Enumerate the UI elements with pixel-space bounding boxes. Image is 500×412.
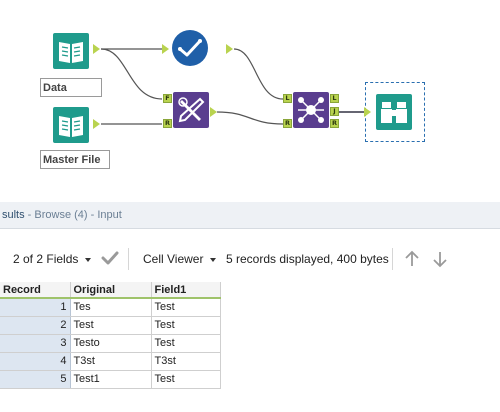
table-row[interactable]: 2 Test Test	[0, 316, 221, 335]
next-button[interactable]	[432, 250, 448, 271]
fuzzy-input-r[interactable]: R	[163, 119, 172, 128]
arrow-down-icon	[433, 252, 447, 268]
fuzzy-output-anchor[interactable]	[210, 107, 217, 117]
cell-viewer-dropdown[interactable]: Cell Viewer	[143, 252, 217, 266]
browse-tool[interactable]	[376, 94, 412, 130]
join-output-r[interactable]: R	[330, 119, 339, 128]
table-row[interactable]: 4 T3st T3st	[0, 352, 221, 371]
checkmark-icon	[172, 30, 208, 66]
master-output-anchor[interactable]	[93, 119, 100, 129]
field1-cell[interactable]: T3st	[151, 352, 221, 371]
arrow-up-icon	[405, 250, 419, 266]
field1-cell[interactable]: Test	[151, 316, 221, 335]
data-input-tool[interactable]	[53, 33, 89, 69]
connection-fuzzy-to-join	[216, 111, 284, 125]
table-header-row: Record Original Field1	[0, 282, 221, 299]
connection-formula-to-join	[233, 48, 284, 100]
book-icon	[53, 33, 89, 69]
column-header-field1[interactable]: Field1	[151, 282, 221, 299]
formula-input-anchor[interactable]	[162, 44, 169, 54]
results-toolbar: 2 of 2 Fields Cell Viewer 5 records disp…	[0, 242, 500, 276]
binoculars-icon	[376, 94, 412, 130]
record-cell: 2	[0, 316, 71, 335]
results-header: sults - Browse (4) - Input	[0, 202, 500, 229]
records-status: 5 records displayed, 400 bytes	[226, 252, 389, 266]
join-output-l[interactable]: L	[330, 94, 339, 103]
original-cell[interactable]: Test	[70, 316, 152, 335]
checkmark-icon	[101, 251, 119, 265]
table-row[interactable]: 1 Tes Test	[0, 298, 221, 317]
previous-button[interactable]	[404, 250, 420, 271]
record-cell: 5	[0, 370, 71, 389]
fields-dropdown[interactable]: 2 of 2 Fields	[13, 252, 92, 266]
network-nodes-icon	[293, 92, 329, 128]
data-output-anchor[interactable]	[93, 44, 100, 54]
field1-cell[interactable]: Test	[151, 298, 221, 317]
column-header-original[interactable]: Original	[70, 282, 152, 299]
record-cell: 1	[0, 298, 71, 317]
apply-check-button[interactable]	[101, 250, 119, 269]
master-input-label: Master File	[40, 150, 110, 169]
data-input-label: Data	[40, 78, 102, 97]
record-cell: 4	[0, 352, 71, 371]
results-title: sults	[2, 209, 25, 221]
join-input-r[interactable]: R	[283, 119, 292, 128]
connection-data-to-fuzzy	[100, 48, 163, 100]
chevron-down-icon	[210, 257, 217, 262]
join-tool[interactable]	[293, 92, 329, 128]
original-cell[interactable]: T3st	[70, 352, 152, 371]
column-header-record[interactable]: Record	[0, 282, 71, 299]
original-cell[interactable]: Testo	[70, 334, 152, 353]
toolbar-divider	[128, 248, 129, 270]
field1-cell[interactable]: Test	[151, 370, 221, 389]
original-cell[interactable]: Tes	[70, 298, 152, 317]
field1-cell[interactable]: Test	[151, 334, 221, 353]
chevron-down-icon	[85, 257, 92, 262]
formula-tool[interactable]	[172, 30, 208, 66]
workflow-canvas[interactable]: Data Master File F R L R L J R	[0, 0, 500, 198]
table-row[interactable]: 5 Test1 Test	[0, 370, 221, 389]
pencil-ruler-icon	[173, 92, 209, 128]
browse-input-anchor[interactable]	[364, 107, 371, 117]
book-icon	[53, 107, 89, 143]
fields-dropdown-label: 2 of 2 Fields	[13, 252, 79, 266]
original-cell[interactable]: Test1	[70, 370, 152, 389]
join-input-l[interactable]: L	[283, 94, 292, 103]
master-input-tool[interactable]	[53, 107, 89, 143]
results-table: Record Original Field1 1 Tes Test 2 Test…	[0, 282, 221, 389]
join-output-j[interactable]: J	[330, 107, 339, 116]
fuzzy-match-tool[interactable]	[173, 92, 209, 128]
record-cell: 3	[0, 334, 71, 353]
fuzzy-input-f[interactable]: F	[163, 94, 172, 103]
table-row[interactable]: 3 Testo Test	[0, 334, 221, 353]
toolbar-divider	[392, 248, 393, 270]
cell-viewer-label: Cell Viewer	[143, 252, 204, 266]
results-subtitle: - Browse (4) - Input	[24, 209, 122, 221]
formula-output-anchor[interactable]	[226, 44, 233, 54]
